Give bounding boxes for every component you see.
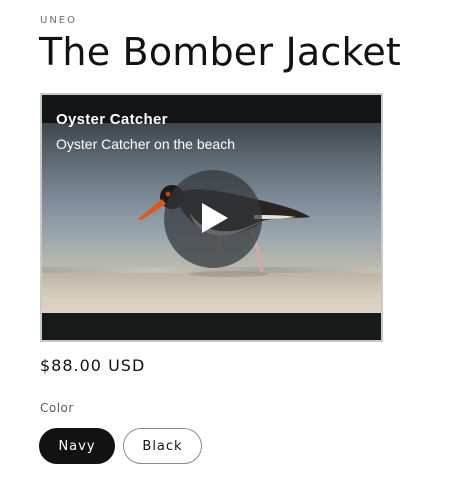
product-price: $88.00 USD: [40, 356, 146, 375]
play-icon: [202, 203, 228, 233]
video-player[interactable]: Oyster Catcher Oyster Catcher on the bea…: [40, 93, 383, 342]
video-subtitle: Oyster Catcher on the beach: [56, 136, 235, 152]
play-button[interactable]: [164, 170, 262, 268]
color-swatch-navy[interactable]: Navy: [39, 428, 115, 464]
color-swatch-black[interactable]: Black: [123, 428, 202, 464]
video-bottom-bar: [42, 313, 381, 340]
video-title: Oyster Catcher: [56, 111, 168, 128]
color-option-label: Color: [40, 401, 74, 415]
product-vendor: UNEO: [40, 15, 77, 26]
product-title: The Bomber Jacket: [39, 30, 402, 74]
